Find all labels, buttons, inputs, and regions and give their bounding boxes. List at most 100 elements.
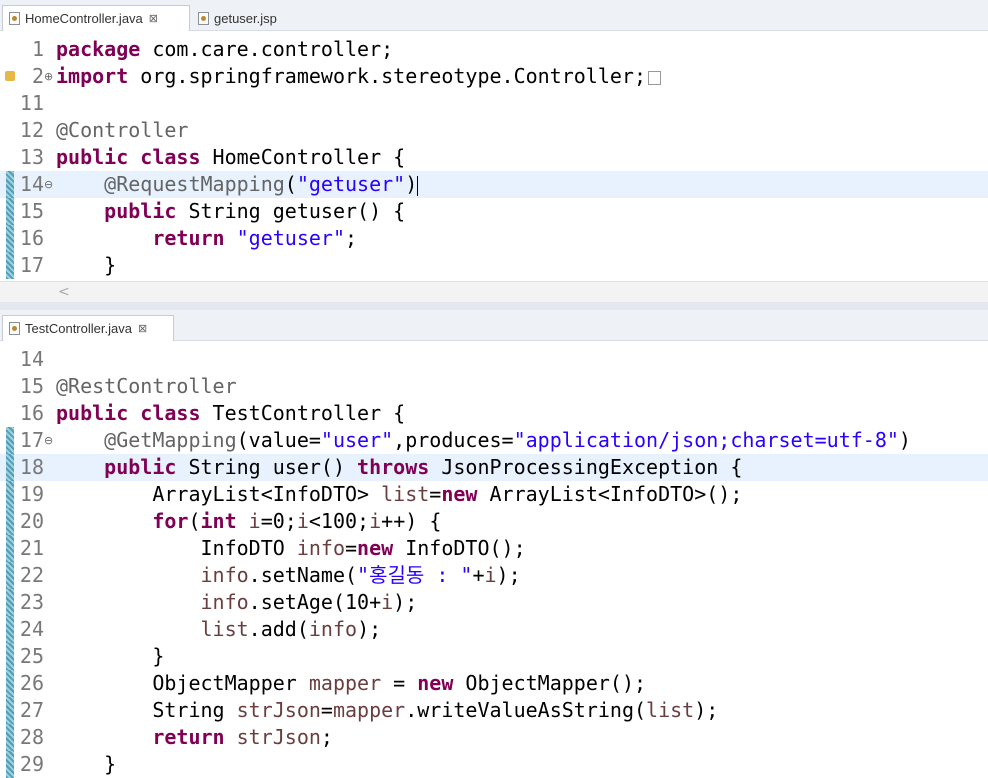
code-token: @GetMapping bbox=[104, 428, 237, 452]
change-marker bbox=[6, 535, 14, 562]
code-token: public bbox=[104, 455, 177, 479]
code-line[interactable]: 24 list.add(info); bbox=[0, 616, 988, 643]
code-token: = bbox=[429, 482, 442, 506]
text-caret bbox=[417, 175, 419, 196]
code-text: public class HomeController { bbox=[56, 144, 405, 171]
change-marker bbox=[6, 697, 14, 724]
code-token: new bbox=[417, 671, 454, 695]
tab-home-controller[interactable]: HomeController.java ⊠ bbox=[2, 5, 190, 31]
code-text: ObjectMapper mapper = new ObjectMapper()… bbox=[56, 670, 646, 697]
horizontal-scrollbar[interactable]: < bbox=[0, 281, 988, 302]
code-token: "user" bbox=[320, 428, 394, 452]
code-line[interactable]: 28 return strJson; bbox=[0, 724, 988, 751]
code-token: return bbox=[152, 226, 225, 250]
line-number: 14 bbox=[19, 347, 44, 371]
code-text: } bbox=[56, 643, 164, 670]
change-marker bbox=[6, 751, 14, 778]
code-line[interactable]: 2 ⊕ import org.springframework.stereotype.… bbox=[0, 63, 988, 90]
fold-icon[interactable]: ⊖ bbox=[44, 427, 54, 454]
code-token: HomeController { bbox=[200, 145, 406, 169]
collapsed-imports-icon[interactable] bbox=[648, 70, 662, 85]
fold-icon[interactable]: ⊖ bbox=[44, 171, 54, 198]
code-token: .add( bbox=[248, 617, 309, 641]
code-line[interactable]: 19 ArrayList<InfoDTO> list=new ArrayList… bbox=[0, 481, 988, 508]
code-line[interactable]: 14 ⊖ @RequestMapping("getuser") bbox=[0, 171, 988, 198]
line-number: 17 bbox=[19, 253, 44, 277]
code-line[interactable]: 26 ObjectMapper mapper = new ObjectMappe… bbox=[0, 670, 988, 697]
code-token: list bbox=[200, 617, 249, 641]
code-token: list bbox=[381, 482, 430, 506]
pane-divider[interactable] bbox=[0, 302, 988, 310]
code-token: =0; bbox=[260, 509, 297, 533]
code-token: org.springframework.stereotype.Controlle… bbox=[128, 64, 647, 88]
code-token: public bbox=[56, 145, 129, 169]
code-line[interactable]: 16 public class TestController { bbox=[0, 400, 988, 427]
code-token: @RestController bbox=[56, 374, 237, 398]
code-token: ; bbox=[320, 725, 333, 749]
tab-test-controller[interactable]: TestController.java ⊠ bbox=[2, 315, 174, 341]
code-token: package bbox=[56, 37, 141, 61]
code-area[interactable]: 1 package com.care.controller; 2 ⊕ import or… bbox=[0, 36, 988, 279]
line-number: 12 bbox=[19, 118, 44, 142]
close-tab-icon[interactable]: ⊠ bbox=[138, 322, 147, 335]
code-line[interactable]: 15 @RestController bbox=[0, 373, 988, 400]
change-marker bbox=[6, 643, 14, 670]
code-line[interactable]: 11 bbox=[0, 90, 988, 117]
code-token: public bbox=[104, 199, 177, 223]
java-file-icon bbox=[9, 12, 20, 25]
code-text: @RestController bbox=[56, 373, 237, 400]
code-line[interactable]: 21 InfoDTO info=new InfoDTO(); bbox=[0, 535, 988, 562]
code-line[interactable]: 16 return "getuser"; bbox=[0, 225, 988, 252]
line-number: 23 bbox=[19, 590, 44, 614]
code-line[interactable]: 12 @Controller bbox=[0, 117, 988, 144]
code-line[interactable]: 20 for(int i=0;i<100;i++) { bbox=[0, 508, 988, 535]
code-line[interactable]: 15 public String getuser() { bbox=[0, 198, 988, 225]
code-token: = bbox=[320, 698, 333, 722]
code-token: ); bbox=[357, 617, 382, 641]
code-token: ) bbox=[898, 428, 911, 452]
code-token: String user() bbox=[176, 455, 358, 479]
fold-icon[interactable]: ⊕ bbox=[44, 63, 54, 90]
change-marker bbox=[6, 454, 14, 481]
line-number: 17 bbox=[19, 428, 44, 452]
code-line[interactable]: 23 info.setAge(10+i); bbox=[0, 589, 988, 616]
code-line[interactable]: 22 info.setName("홍길동 : "+i); bbox=[0, 562, 988, 589]
code-token: info bbox=[200, 563, 249, 587]
code-line[interactable]: 13 public class HomeController { bbox=[0, 144, 988, 171]
code-token: InfoDTO bbox=[56, 536, 297, 560]
line-number: 18 bbox=[19, 455, 44, 479]
code-token: ( bbox=[188, 509, 201, 533]
code-line[interactable]: 25 } bbox=[0, 643, 988, 670]
code-token: info bbox=[308, 617, 358, 641]
code-line[interactable]: 17 } bbox=[0, 252, 988, 279]
code-text: } bbox=[56, 751, 116, 778]
code-line[interactable]: 29 } bbox=[0, 751, 988, 778]
code-text: for(int i=0;i<100;i++) { bbox=[56, 508, 441, 535]
test-controller-editor: TestController.java ⊠ 14 15 @RestControlle… bbox=[0, 310, 988, 778]
line-number: 13 bbox=[19, 145, 44, 169]
code-token: } bbox=[56, 752, 117, 776]
code-line[interactable]: 27 String strJson=mapper.writeValueAsStr… bbox=[0, 697, 988, 724]
code-line[interactable]: 14 bbox=[0, 346, 988, 373]
code-token: com.care.controller; bbox=[140, 37, 394, 61]
close-tab-icon[interactable]: ⊠ bbox=[149, 12, 158, 25]
code-area[interactable]: 14 15 @RestController 16 public class TestCo… bbox=[0, 346, 988, 778]
code-token: } bbox=[56, 644, 165, 668]
code-token: public bbox=[56, 401, 129, 425]
code-line[interactable]: 17 ⊖ @GetMapping(value="user",produces="a… bbox=[0, 427, 988, 454]
scroll-left-arrow-icon[interactable]: < bbox=[58, 282, 70, 302]
code-line[interactable]: 18 public String user() throws JsonProce… bbox=[0, 454, 988, 481]
code-token: ObjectMapper bbox=[56, 671, 309, 695]
code-line[interactable]: 1 package com.care.controller; bbox=[0, 36, 988, 63]
tab-label: TestController.java bbox=[25, 321, 132, 336]
code-text: list.add(info); bbox=[56, 616, 382, 643]
code-text: info.setAge(10+i); bbox=[56, 589, 418, 616]
tab-getuser-jsp[interactable]: getuser.jsp bbox=[192, 5, 302, 31]
code-token: @RequestMapping bbox=[104, 172, 285, 196]
